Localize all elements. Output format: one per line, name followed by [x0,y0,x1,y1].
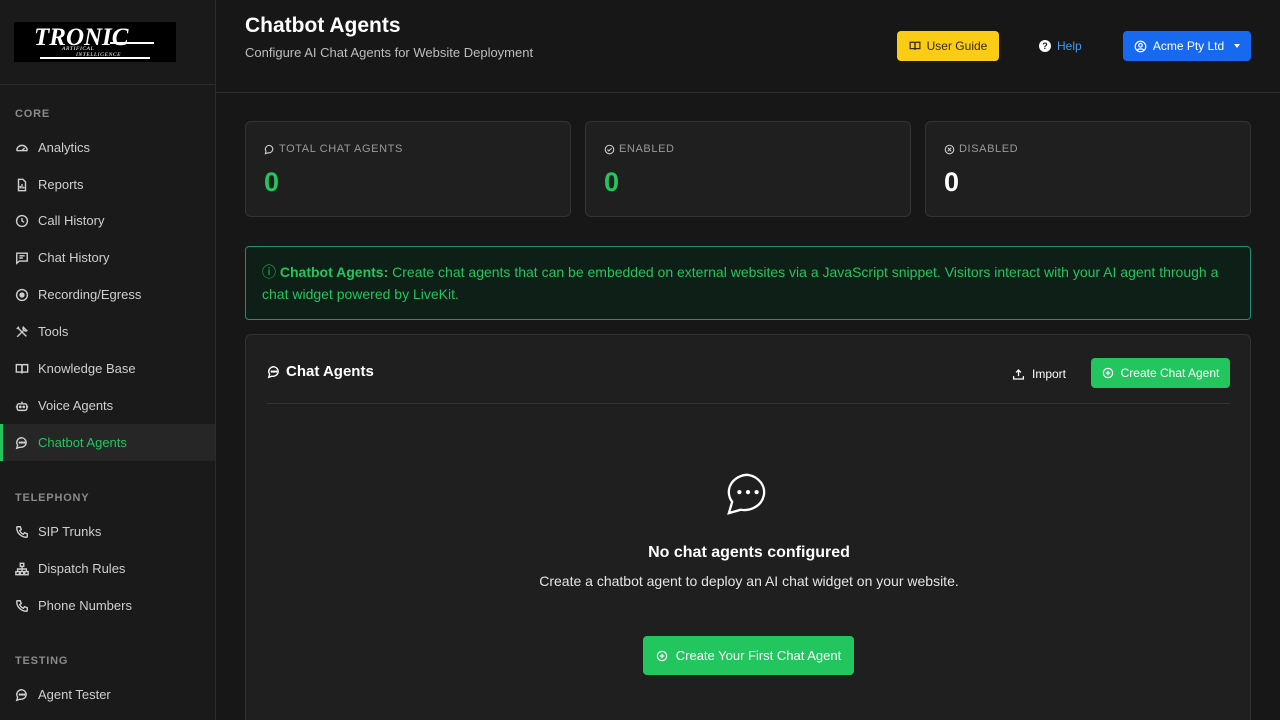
x-circle-icon [944,144,955,155]
sidebar-item-call-history[interactable]: Call History [0,202,215,239]
report-icon [14,177,30,193]
sidebar-item-tools[interactable]: Tools [0,313,215,350]
check-circle-icon [604,144,615,155]
info-icon: ⓘ [262,264,276,280]
user-circle-icon [1134,40,1147,53]
sidebar-item-sip-trunks[interactable]: SIP Trunks [0,513,215,550]
clock-icon [14,213,30,229]
create-first-chat-agent-button[interactable]: Create Your First Chat Agent [643,636,854,675]
upload-icon [1012,368,1025,381]
logo[interactable]: TRONIC ARTIFICAL INTELLIGENCE [14,22,176,62]
sidebar-item-dispatch-rules[interactable]: Dispatch Rules [0,550,215,587]
chat-dots-icon [14,687,30,703]
chat-list-icon [14,250,30,266]
section-label-testing: TESTING [15,655,69,667]
stat-value-disabled: 0 [944,167,960,197]
sidebar-item-agent-tester[interactable]: Agent Tester [0,676,215,713]
info-alert: ⓘ Chatbot Agents: Create chat agents tha… [245,246,1251,320]
sidebar: TRONIC ARTIFICAL INTELLIGENCE CORE Analyt… [0,0,216,720]
diagram-icon [14,561,30,577]
book-icon [909,40,921,52]
book-icon [14,361,30,377]
phone-icon [14,598,30,614]
sidebar-item-reports[interactable]: Reports [0,166,215,203]
account-dropdown[interactable]: Acme Pty Ltd [1123,31,1251,61]
stat-value-enabled: 0 [604,167,620,197]
stat-card-disabled: DISABLED 0 [925,121,1251,217]
sidebar-item-analytics[interactable]: Analytics [0,129,215,166]
help-link[interactable]: ? Help [1039,31,1082,61]
chat-dots-icon [725,471,771,517]
tools-icon [14,324,30,340]
sidebar-item-phone-numbers[interactable]: Phone Numbers [0,587,215,624]
record-icon [14,287,30,303]
divider [267,403,1230,404]
sidebar-item-recording[interactable]: Recording/Egress [0,276,215,313]
page-header: Chatbot Agents Configure AI Chat Agents … [216,0,1280,93]
section-label-core: CORE [15,108,50,120]
plus-circle-icon [1102,367,1114,379]
chat-dots-icon [14,435,30,451]
stat-card-total: TOTAL CHAT AGENTS 0 [245,121,571,217]
panel-title: Chat Agents [267,363,374,380]
empty-state-text: Create a chatbot agent to deploy an AI c… [539,573,959,589]
gauge-icon [14,140,30,156]
page-title: Chatbot Agents [245,14,401,37]
plus-circle-icon [656,650,668,662]
stat-value-total: 0 [264,167,280,197]
chevron-down-icon [1234,44,1241,48]
chat-dots-icon [264,144,275,155]
stat-card-enabled: ENABLED 0 [585,121,911,217]
page-subtitle: Configure AI Chat Agents for Website Dep… [245,45,534,60]
sidebar-item-chatbot-agents[interactable]: Chatbot Agents [0,424,215,461]
import-button[interactable]: Import [1012,359,1066,389]
chat-agents-panel: Chat Agents Import Create Chat Agent No … [245,334,1251,720]
sidebar-item-voice-agents[interactable]: Voice Agents [0,387,215,424]
chat-dots-icon [267,365,281,379]
empty-state-title: No chat agents configured [648,544,850,561]
phone-icon [14,524,30,540]
sidebar-item-knowledge-base[interactable]: Knowledge Base [0,350,215,387]
main-content: Chatbot Agents Configure AI Chat Agents … [216,0,1280,720]
help-icon: ? [1039,40,1051,52]
logo-area: TRONIC ARTIFICAL INTELLIGENCE [0,0,215,85]
robot-icon [14,398,30,414]
section-label-telephony: TELEPHONY [15,492,90,504]
create-chat-agent-button[interactable]: Create Chat Agent [1091,358,1230,388]
user-guide-button[interactable]: User Guide [897,31,999,61]
sidebar-item-chat-history[interactable]: Chat History [0,239,215,276]
